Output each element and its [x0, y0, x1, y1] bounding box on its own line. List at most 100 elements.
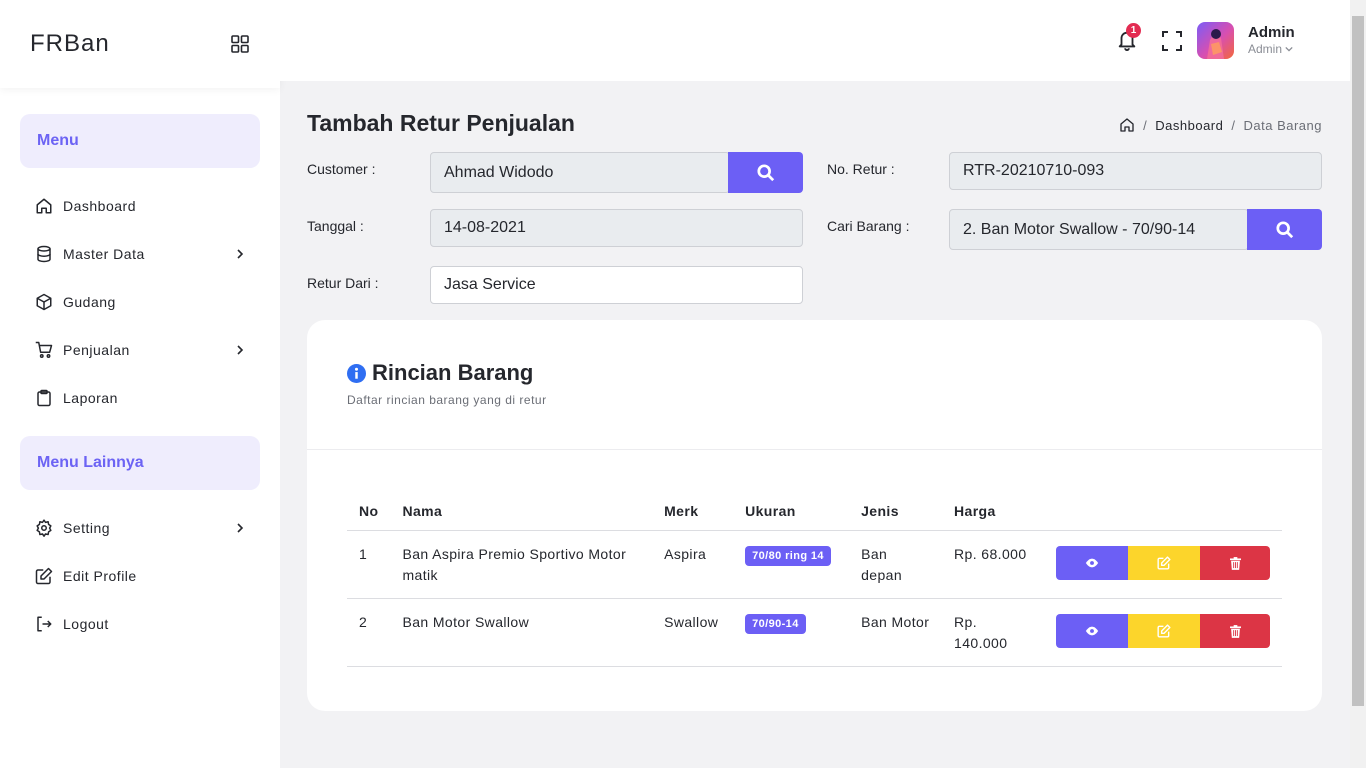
cell-merk: Aspira: [652, 530, 734, 599]
sidebar-item-label: Laporan: [63, 390, 118, 406]
breadcrumb-separator: /: [1143, 117, 1148, 133]
row-action-group: [1056, 614, 1270, 648]
fullscreen-icon[interactable]: [1162, 31, 1182, 51]
gear-icon: [34, 518, 54, 538]
sidebar-item-penjualan[interactable]: Penjualan: [0, 326, 280, 374]
main-menu-list: Dashboard Master Data Gudang Penjualan L…: [0, 168, 280, 422]
logout-icon: [34, 614, 54, 634]
card-divider: [307, 449, 1322, 450]
customer-field[interactable]: Ahmad Widodo: [430, 152, 730, 193]
sidebar-item-edit-profile[interactable]: Edit Profile: [0, 552, 280, 600]
avatar[interactable]: [1197, 22, 1234, 59]
user-name: Admin: [1248, 24, 1295, 41]
card-title-text: Rincian Barang: [372, 360, 534, 385]
cell-no: 2: [347, 598, 391, 667]
cell-nama: Ban Aspira Premio Sportivo Motor matik: [390, 530, 653, 599]
delete-button[interactable]: [1200, 614, 1270, 648]
sidebar-item-logout[interactable]: Logout: [0, 600, 280, 648]
sidebar-item-dashboard[interactable]: Dashboard: [0, 182, 280, 230]
clipboard-icon: [34, 388, 54, 408]
user-role-dropdown[interactable]: Admin: [1248, 42, 1293, 56]
breadcrumb-current: Data Barang: [1243, 117, 1322, 133]
cell-nama: Ban Motor Swallow: [390, 598, 653, 667]
delete-button[interactable]: [1200, 546, 1270, 580]
database-icon: [34, 244, 54, 264]
chevron-right-icon: [234, 522, 246, 534]
tanggal-field[interactable]: 14-08-2021: [430, 209, 803, 247]
sidebar-item-master-data[interactable]: Master Data: [0, 230, 280, 278]
chevron-right-icon: [234, 344, 246, 356]
view-button[interactable]: [1056, 614, 1128, 648]
home-icon: [34, 196, 54, 216]
grid-icon[interactable]: [230, 34, 250, 54]
ukuran-badge: 70/80 ring 14: [745, 546, 831, 566]
column-header-ukuran: Ukuran: [733, 492, 850, 531]
edit-button[interactable]: [1128, 546, 1200, 580]
edit-button[interactable]: [1128, 614, 1200, 648]
customer-search-button[interactable]: [728, 152, 803, 193]
column-header-nama: Nama: [390, 492, 653, 531]
box-icon: [34, 292, 54, 312]
cari-barang-label: Cari Barang :: [827, 218, 910, 234]
retur-dari-field[interactable]: Jasa Service: [430, 266, 803, 304]
column-header-actions: [1044, 492, 1282, 531]
sidebar-item-label: Penjualan: [63, 342, 130, 358]
brand-bar: FRBan: [0, 0, 280, 88]
breadcrumb-separator: /: [1231, 117, 1236, 133]
cell-actions: [1044, 598, 1282, 667]
sidebar-item-gudang[interactable]: Gudang: [0, 278, 280, 326]
cari-barang-field[interactable]: 2. Ban Motor Swallow - 70/90-14: [949, 209, 1249, 250]
scrollbar-thumb[interactable]: [1352, 16, 1364, 706]
view-button[interactable]: [1056, 546, 1128, 580]
no-retur-field[interactable]: RTR-20210710-093: [949, 152, 1322, 190]
column-header-merk: Merk: [652, 492, 734, 531]
sidebar-item-setting[interactable]: Setting: [0, 504, 280, 552]
cell-harga: Rp. 68.000: [942, 530, 1044, 599]
cell-no: 1: [347, 530, 391, 599]
cari-barang-search-button[interactable]: [1247, 209, 1322, 250]
table-header-row: No Nama Merk Ukuran Jenis Harga: [347, 492, 1282, 531]
trash-icon: [1229, 624, 1241, 638]
sidebar-item-laporan[interactable]: Laporan: [0, 374, 280, 422]
tanggal-value: 14-08-2021: [444, 219, 526, 236]
customer-label: Customer :: [307, 161, 376, 177]
card-title: Rincian Barang: [347, 360, 533, 386]
breadcrumb-dashboard[interactable]: Dashboard: [1155, 118, 1223, 133]
home-icon[interactable]: [1119, 117, 1135, 133]
rincian-barang-card: Rincian Barang Daftar rincian barang yan…: [307, 320, 1322, 711]
eye-icon: [1085, 558, 1099, 568]
breadcrumb: / Dashboard / Data Barang: [1119, 117, 1322, 133]
cell-jenis: Ban Motor: [849, 598, 943, 667]
cell-harga: Rp. 140.000: [942, 598, 1044, 667]
other-menu-section-header: Menu Lainnya: [20, 436, 260, 490]
sidebar-item-label: Logout: [63, 616, 109, 632]
page-title: Tambah Retur Penjualan: [307, 110, 575, 136]
brand-logo-text[interactable]: FRBan: [30, 30, 110, 58]
cell-ukuran: 70/90-14: [733, 598, 850, 667]
column-header-jenis: Jenis: [849, 492, 943, 531]
retur-dari-label: Retur Dari :: [307, 275, 379, 291]
sidebar: FRBan Menu Dashboard Master Data Gudang …: [0, 0, 280, 768]
chevron-right-icon: [234, 248, 246, 260]
cart-icon: [34, 340, 54, 360]
row-action-group: [1056, 546, 1270, 580]
trash-icon: [1229, 556, 1241, 570]
info-icon: [347, 363, 366, 383]
rincian-table: No Nama Merk Ukuran Jenis Harga 1 Ban As…: [347, 492, 1282, 667]
edit-icon: [1157, 556, 1171, 570]
column-header-no: No: [347, 492, 391, 531]
table-row: 2 Ban Motor Swallow Swallow 70/90-14 Ban…: [347, 598, 1282, 667]
tanggal-label: Tanggal :: [307, 218, 364, 234]
other-menu-list: Setting Edit Profile Logout: [0, 490, 280, 648]
column-header-harga: Harga: [942, 492, 1044, 531]
sidebar-item-label: Gudang: [63, 294, 116, 310]
topbar: 1 Admin Admin: [280, 0, 1350, 81]
sidebar-item-label: Master Data: [63, 246, 145, 262]
sidebar-item-label: Setting: [63, 520, 111, 536]
cell-jenis: Ban depan: [849, 530, 943, 599]
customer-value: Ahmad Widodo: [444, 163, 554, 181]
sidebar-item-label: Dashboard: [63, 198, 136, 214]
user-role-label: Admin: [1248, 42, 1283, 56]
search-icon: [756, 163, 774, 181]
edit-icon: [1157, 624, 1171, 638]
